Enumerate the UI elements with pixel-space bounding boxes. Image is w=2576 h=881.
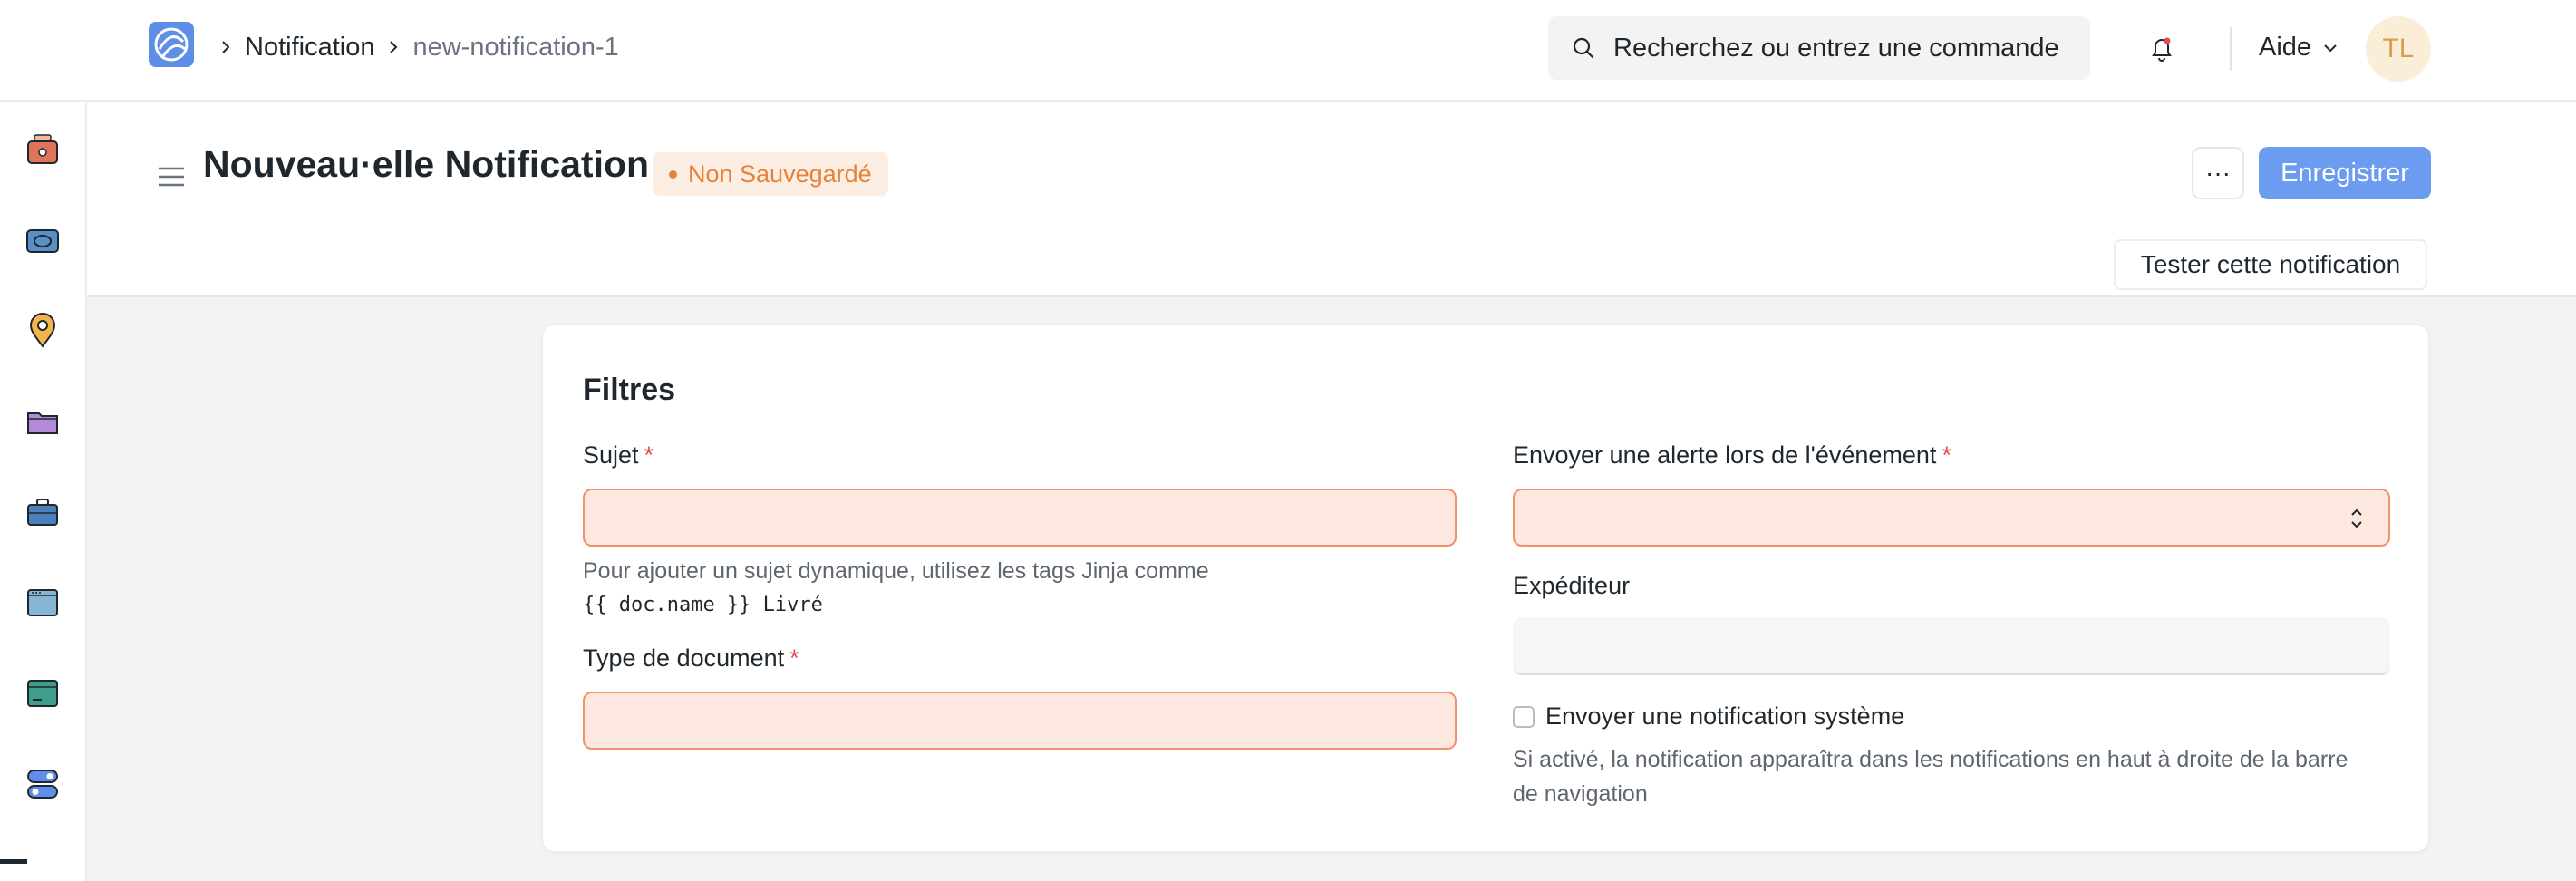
save-button[interactable]: Enregistrer — [2259, 147, 2431, 199]
chevron-down-icon — [2324, 44, 2337, 52]
help-menu[interactable]: Aide — [2259, 33, 2340, 63]
top-navbar: Notification new-notification-1 Recherch… — [0, 0, 2576, 102]
system-notification-label[interactable]: Envoyer une notification système — [1545, 702, 1904, 731]
wallet-icon[interactable] — [24, 131, 62, 169]
toggle-icon[interactable] — [24, 765, 62, 803]
breadcrumb-current: new-notification-1 — [412, 32, 619, 62]
required-marker: * — [1942, 441, 1951, 469]
breadcrumb-notification[interactable]: Notification — [245, 33, 374, 63]
chevron-right-icon — [385, 32, 402, 63]
sidebar — [0, 102, 87, 881]
window-icon[interactable] — [24, 584, 62, 622]
system-notification-help-line1: Si activé, la notification apparaîtra da… — [1513, 747, 2348, 772]
event-label: Envoyer une alerte lors de l'événement * — [1513, 441, 1951, 470]
navbar-divider — [2230, 27, 2232, 71]
search-bar[interactable]: Recherchez ou entrez une commande — [1548, 16, 2090, 80]
test-notification-button[interactable]: Tester cette notification — [2114, 239, 2427, 290]
sender-input[interactable] — [1513, 617, 2390, 675]
location-pin-icon[interactable] — [24, 312, 62, 350]
status-dot-icon — [669, 169, 677, 179]
sidebar-active-marker — [0, 859, 27, 864]
sender-label: Expéditeur — [1513, 572, 1631, 599]
select-arrows-icon — [2351, 508, 2362, 528]
more-actions-button[interactable]: ··· — [2192, 147, 2244, 199]
section-title: Filtres — [583, 373, 676, 407]
menu-icon[interactable] — [156, 161, 187, 192]
subject-label: Sujet * — [583, 441, 654, 470]
status-badge: Non Sauvegardé — [653, 152, 888, 196]
status-badge-label: Non Sauvegardé — [688, 160, 872, 188]
breadcrumb: Notification new-notification-1 — [214, 27, 619, 67]
search-placeholder: Recherchez ou entrez une commande — [1613, 33, 2059, 63]
card-icon[interactable] — [24, 221, 62, 259]
folder-icon[interactable] — [24, 402, 62, 440]
briefcase-icon[interactable] — [24, 493, 62, 531]
event-select[interactable] — [1513, 489, 2390, 547]
doctype-label-text: Type de document — [583, 644, 785, 672]
help-label: Aide — [2259, 33, 2312, 62]
subject-help: Pour ajouter un sujet dynamique, utilise… — [583, 554, 1457, 623]
filters-card: Filtres Sujet * Pour ajouter un sujet dyn… — [542, 324, 2429, 852]
page-header: Nouveau·elle Notification Non Sauvegardé… — [87, 102, 2576, 297]
notification-bell-icon[interactable] — [2146, 33, 2177, 63]
event-label-text: Envoyer une alerte lors de l'événement — [1513, 441, 1937, 469]
subject-label-text: Sujet — [583, 441, 639, 469]
subject-help-code: {{ doc.name }} Livré — [583, 594, 823, 616]
required-marker: * — [789, 644, 799, 672]
doctype-input[interactable] — [583, 692, 1457, 750]
system-notification-help-line2: de navigation — [1513, 781, 1648, 807]
app-logo-icon[interactable] — [149, 22, 194, 67]
system-notification-checkbox[interactable] — [1513, 706, 1535, 728]
terminal-icon[interactable] — [24, 674, 62, 712]
subject-input[interactable] — [583, 489, 1457, 547]
page-title: Nouveau·elle Notification — [203, 143, 650, 185]
doctype-label: Type de document * — [583, 644, 799, 673]
required-marker: * — [644, 441, 654, 469]
system-notification-help: Si activé, la notification apparaîtra da… — [1513, 742, 2390, 811]
search-icon — [1573, 37, 1594, 59]
chevron-right-icon — [218, 32, 234, 63]
user-avatar[interactable]: TL — [2366, 16, 2431, 82]
subject-help-text: Pour ajouter un sujet dynamique, utilise… — [583, 558, 1209, 584]
